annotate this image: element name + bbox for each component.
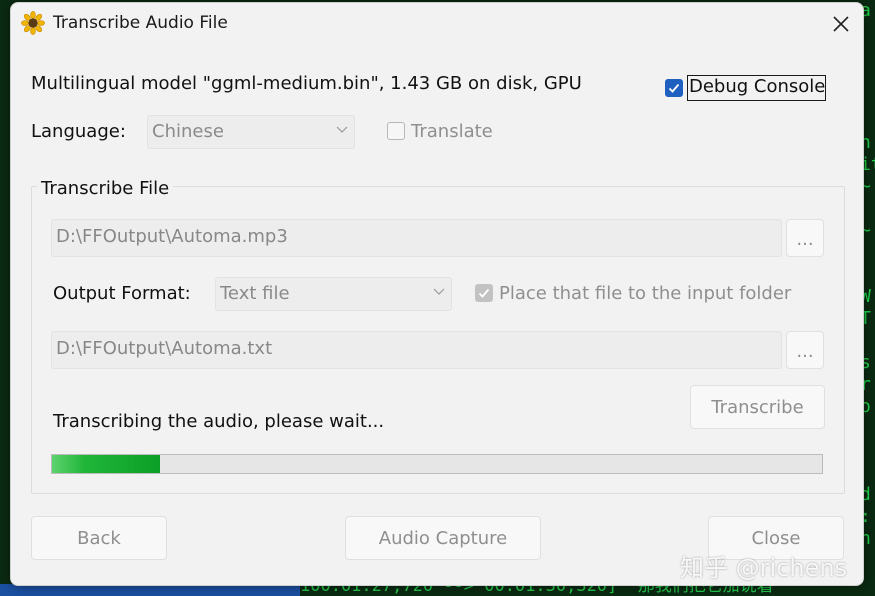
output-file-path-value: D:\FFOutput\Automa.txt	[56, 338, 273, 359]
watermark: 知乎 @richens	[680, 554, 848, 582]
browse-output-button[interactable]: ...	[786, 331, 824, 369]
transcribe-button-label: Transcribe	[711, 397, 804, 418]
transcribe-file-group-label: Transcribe File	[37, 178, 174, 199]
output-format-label: Output Format:	[53, 283, 191, 304]
debug-console-checkbox[interactable]	[665, 79, 683, 97]
checkmark-icon	[478, 288, 490, 298]
title-bar[interactable]: Transcribe Audio File	[11, 3, 863, 43]
close-window-icon[interactable]	[826, 9, 856, 39]
place-in-input-folder-checkbox[interactable]	[475, 284, 493, 302]
input-file-path-value: D:\FFOutput\Automa.mp3	[56, 226, 288, 247]
audio-capture-button[interactable]: Audio Capture	[345, 516, 541, 560]
output-format-select[interactable]: Text file	[215, 277, 452, 311]
translate-label[interactable]: Translate	[411, 121, 493, 142]
output-file-path[interactable]: D:\FFOutput\Automa.txt	[51, 331, 782, 369]
progress-bar	[51, 454, 823, 474]
back-button[interactable]: Back	[31, 516, 167, 560]
place-in-input-folder-label[interactable]: Place that file to the input folder	[499, 283, 791, 304]
chevron-down-icon	[336, 126, 348, 133]
language-value: Chinese	[152, 121, 224, 142]
output-format-value: Text file	[220, 283, 290, 304]
translate-checkbox[interactable]	[387, 122, 405, 140]
language-select[interactable]: Chinese	[147, 115, 355, 149]
browse-input-label: ...	[796, 229, 814, 250]
transcribe-dialog: Transcribe Audio File Multilingual model…	[10, 2, 864, 586]
checkmark-icon	[668, 83, 680, 93]
progress-bar-fill	[52, 455, 160, 473]
audio-capture-button-label: Audio Capture	[378, 528, 508, 549]
status-text: Transcribing the audio, please wait...	[53, 411, 385, 432]
language-label: Language:	[31, 121, 126, 142]
window-title: Transcribe Audio File	[53, 13, 228, 33]
sunflower-icon	[21, 11, 45, 35]
model-info: Multilingual model "ggml-medium.bin", 1.…	[31, 73, 582, 94]
transcribe-button[interactable]: Transcribe	[690, 385, 825, 429]
chevron-down-icon	[433, 288, 445, 295]
browse-input-button[interactable]: ...	[786, 219, 824, 257]
debug-console-label[interactable]: Debug Console	[689, 76, 825, 97]
input-file-path[interactable]: D:\FFOutput\Automa.mp3	[51, 219, 782, 257]
browse-output-label: ...	[796, 341, 814, 362]
back-button-label: Back	[77, 528, 121, 549]
